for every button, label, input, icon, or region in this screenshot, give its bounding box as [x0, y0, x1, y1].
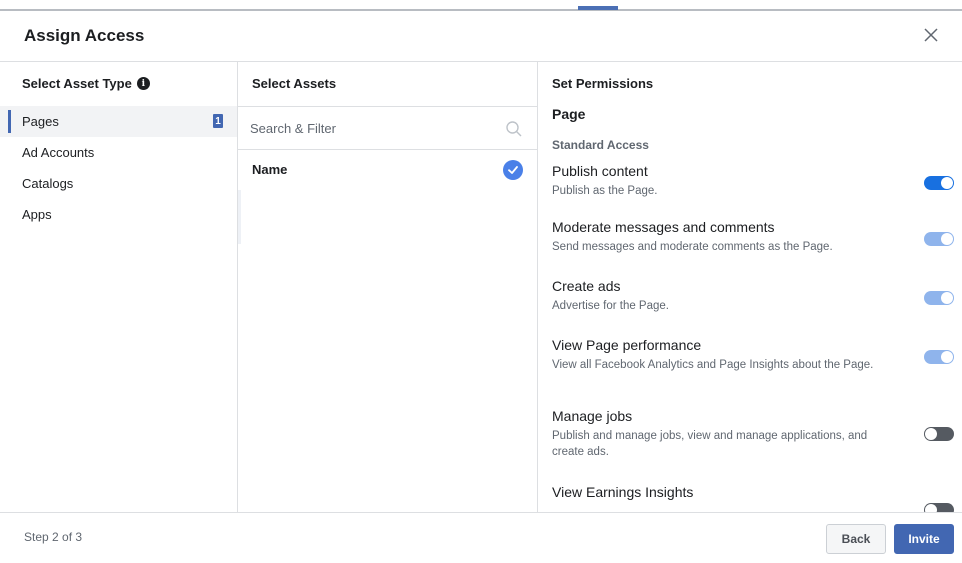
dialog-body: Select Asset Type i Pages 1 Ad Accounts …: [0, 62, 962, 512]
permissions-column: Set Permissions Page Standard Access Pub…: [538, 62, 962, 512]
asset-type-label: Ad Accounts: [22, 145, 95, 160]
asset-type-ad-accounts[interactable]: Ad Accounts: [0, 137, 237, 168]
permission-item: View Earnings Insights: [552, 483, 954, 512]
asset-type-heading: Select Asset Type i: [22, 76, 150, 91]
permission-description: Advertise for the Page.: [552, 300, 669, 312]
asset-type-apps[interactable]: Apps: [0, 199, 237, 230]
toggle-knob: [941, 177, 953, 189]
asset-type-list: Pages 1 Ad Accounts Catalogs Apps: [0, 106, 237, 230]
permission-title: View Earnings Insights: [552, 484, 694, 500]
asset-type-catalogs[interactable]: Catalogs: [0, 168, 237, 199]
permissions-heading: Set Permissions: [552, 76, 654, 91]
permission-description: View all Facebook Analytics and Page Ins…: [552, 359, 874, 371]
permission-list: Publish content Publish as the Page. Mod…: [552, 162, 954, 512]
assets-column: Select Assets Name: [238, 62, 538, 512]
search-icon[interactable]: [505, 120, 523, 138]
toggle-knob: [941, 233, 953, 245]
dialog-footer: Step 2 of 3 Back Invite: [0, 512, 962, 563]
selected-count-badge: 1: [213, 114, 223, 128]
asset-type-label: Pages: [22, 114, 59, 129]
step-indicator: Step 2 of 3: [24, 530, 83, 544]
search-input[interactable]: [250, 115, 490, 141]
toggle-knob: [941, 351, 953, 363]
permission-item: Manage jobs Publish and manage jobs, vie…: [552, 407, 954, 483]
permission-toggle[interactable]: [924, 176, 954, 190]
toggle-knob: [941, 292, 953, 304]
permission-item: Moderate messages and comments Send mess…: [552, 218, 954, 277]
page-label: Page: [552, 106, 586, 122]
dialog-title: Assign Access: [24, 26, 145, 45]
permission-title: View Page performance: [552, 337, 702, 353]
permission-description: Publish as the Page.: [552, 185, 658, 197]
toggle-knob: [925, 428, 937, 440]
asset-type-label: Apps: [22, 207, 52, 222]
asset-type-column: Select Asset Type i Pages 1 Ad Accounts …: [0, 62, 238, 512]
asset-type-label: Catalogs: [22, 176, 74, 191]
permission-description: Send messages and moderate comments as t…: [552, 241, 833, 253]
toggle-knob: [925, 504, 937, 512]
search-row: [238, 106, 537, 150]
permission-title: Publish content: [552, 163, 648, 179]
top-accent: [578, 6, 618, 10]
info-icon[interactable]: i: [136, 77, 150, 90]
permission-description: Publish and manage jobs, view and manage…: [552, 430, 868, 458]
permission-title: Manage jobs: [552, 408, 633, 424]
permission-title: Create ads: [552, 278, 621, 294]
dialog-header: Assign Access: [0, 12, 962, 62]
invite-button[interactable]: Invite: [894, 524, 954, 554]
permission-item: Create ads Advertise for the Page.: [552, 277, 954, 336]
select-all-row[interactable]: Name: [238, 150, 537, 190]
assets-heading: Select Assets: [252, 76, 337, 91]
permission-item: Publish content Publish as the Page.: [552, 162, 954, 218]
access-group-label: Standard Access: [552, 138, 649, 152]
asset-type-heading-label: Select Asset Type: [22, 76, 132, 91]
top-divider: [0, 9, 962, 11]
permission-toggle[interactable]: [924, 232, 954, 246]
scrollbar[interactable]: [238, 190, 241, 244]
permission-toggle[interactable]: [924, 350, 954, 364]
back-button[interactable]: Back: [826, 524, 886, 554]
permission-title: Moderate messages and comments: [552, 219, 775, 235]
checkmark-icon[interactable]: [503, 160, 523, 180]
asset-type-pages[interactable]: Pages 1: [0, 106, 237, 137]
name-column-label: Name: [252, 162, 288, 177]
permission-toggle[interactable]: [924, 291, 954, 305]
permission-toggle[interactable]: [924, 427, 954, 441]
permission-toggle[interactable]: [924, 503, 954, 512]
top-strip: [0, 0, 962, 11]
permission-item: View Page performance View all Facebook …: [552, 336, 954, 407]
close-icon[interactable]: [918, 22, 944, 48]
